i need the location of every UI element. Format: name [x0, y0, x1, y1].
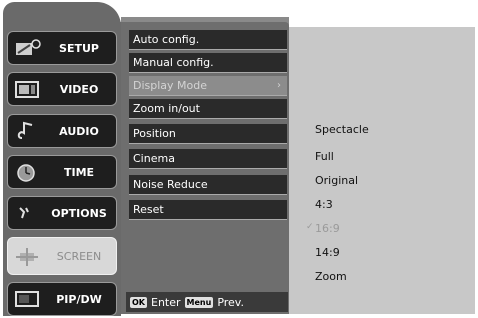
tab-pip-label: PIP/DW	[56, 292, 102, 306]
menu-item-reset[interactable]: Reset	[129, 200, 287, 220]
menu-item-label: Noise Reduce	[133, 178, 208, 191]
option-14-9[interactable]: 14:9	[315, 246, 340, 259]
menu-key-icon: Menu	[184, 296, 214, 308]
tab-setup[interactable]: SETUP	[7, 31, 117, 65]
option-full[interactable]: Full	[315, 150, 334, 163]
tab-screen-label: SCREEN	[56, 249, 102, 263]
audio-icon	[17, 121, 33, 139]
options-icon	[19, 207, 29, 219]
ok-key-icon: OK	[130, 296, 147, 308]
menu-item-label: Auto config.	[133, 33, 200, 46]
option-spectacle[interactable]: Spectacle	[315, 123, 369, 136]
menu-item-label: Manual config.	[133, 56, 214, 69]
option-16-9[interactable]: 16:9	[306, 222, 340, 235]
option-zoom[interactable]: Zoom	[315, 270, 347, 283]
menu-item-label: Display Mode	[133, 79, 208, 92]
setup-icon	[16, 39, 41, 55]
tab-options[interactable]: OPTIONS	[7, 196, 117, 230]
menu-item-label: Zoom in/out	[133, 102, 200, 115]
menu-item-label: Cinema	[133, 152, 175, 165]
menu-item-cinema[interactable]: Cinema	[129, 149, 287, 169]
enter-hint: Enter	[151, 295, 181, 309]
key-hint-bar: OK Enter Menu Prev.	[126, 292, 288, 312]
menu-item-noise-reduce[interactable]: Noise Reduce	[129, 175, 287, 195]
osd-menu: SETUP VIDEO AUDIO TIME OPTIONS SCREEN PI…	[0, 0, 478, 318]
tab-options-label: OPTIONS	[51, 206, 107, 220]
time-icon	[17, 164, 35, 182]
tab-video[interactable]: VIDEO	[7, 72, 117, 106]
prev-hint: Prev.	[217, 295, 244, 309]
tab-time-label: TIME	[63, 165, 95, 179]
pip-icon	[15, 291, 39, 307]
menu-item-position[interactable]: Position	[129, 124, 287, 144]
tab-video-label: VIDEO	[59, 82, 99, 96]
video-icon	[15, 81, 39, 98]
tab-screen[interactable]: SCREEN	[7, 237, 117, 275]
screen-icon	[16, 248, 38, 266]
tab-time[interactable]: TIME	[7, 155, 117, 189]
menu-item-display-mode[interactable]: Display Mode ›	[129, 76, 287, 96]
menu-item-label: Position	[133, 127, 176, 140]
option-4-3[interactable]: 4:3	[315, 198, 333, 211]
tab-pip[interactable]: PIP/DW	[7, 282, 117, 316]
menu-item-zoom[interactable]: Zoom in/out	[129, 99, 287, 119]
option-original[interactable]: Original	[315, 174, 358, 187]
tab-setup-label: SETUP	[59, 41, 99, 55]
menu-item-label: Reset	[133, 203, 164, 216]
tab-audio-label: AUDIO	[59, 124, 99, 138]
menu-item-manual-config[interactable]: Manual config.	[129, 53, 287, 73]
menu-item-auto-config[interactable]: Auto config.	[129, 30, 287, 50]
chevron-right-icon: ›	[277, 80, 281, 91]
tab-audio[interactable]: AUDIO	[7, 114, 117, 148]
